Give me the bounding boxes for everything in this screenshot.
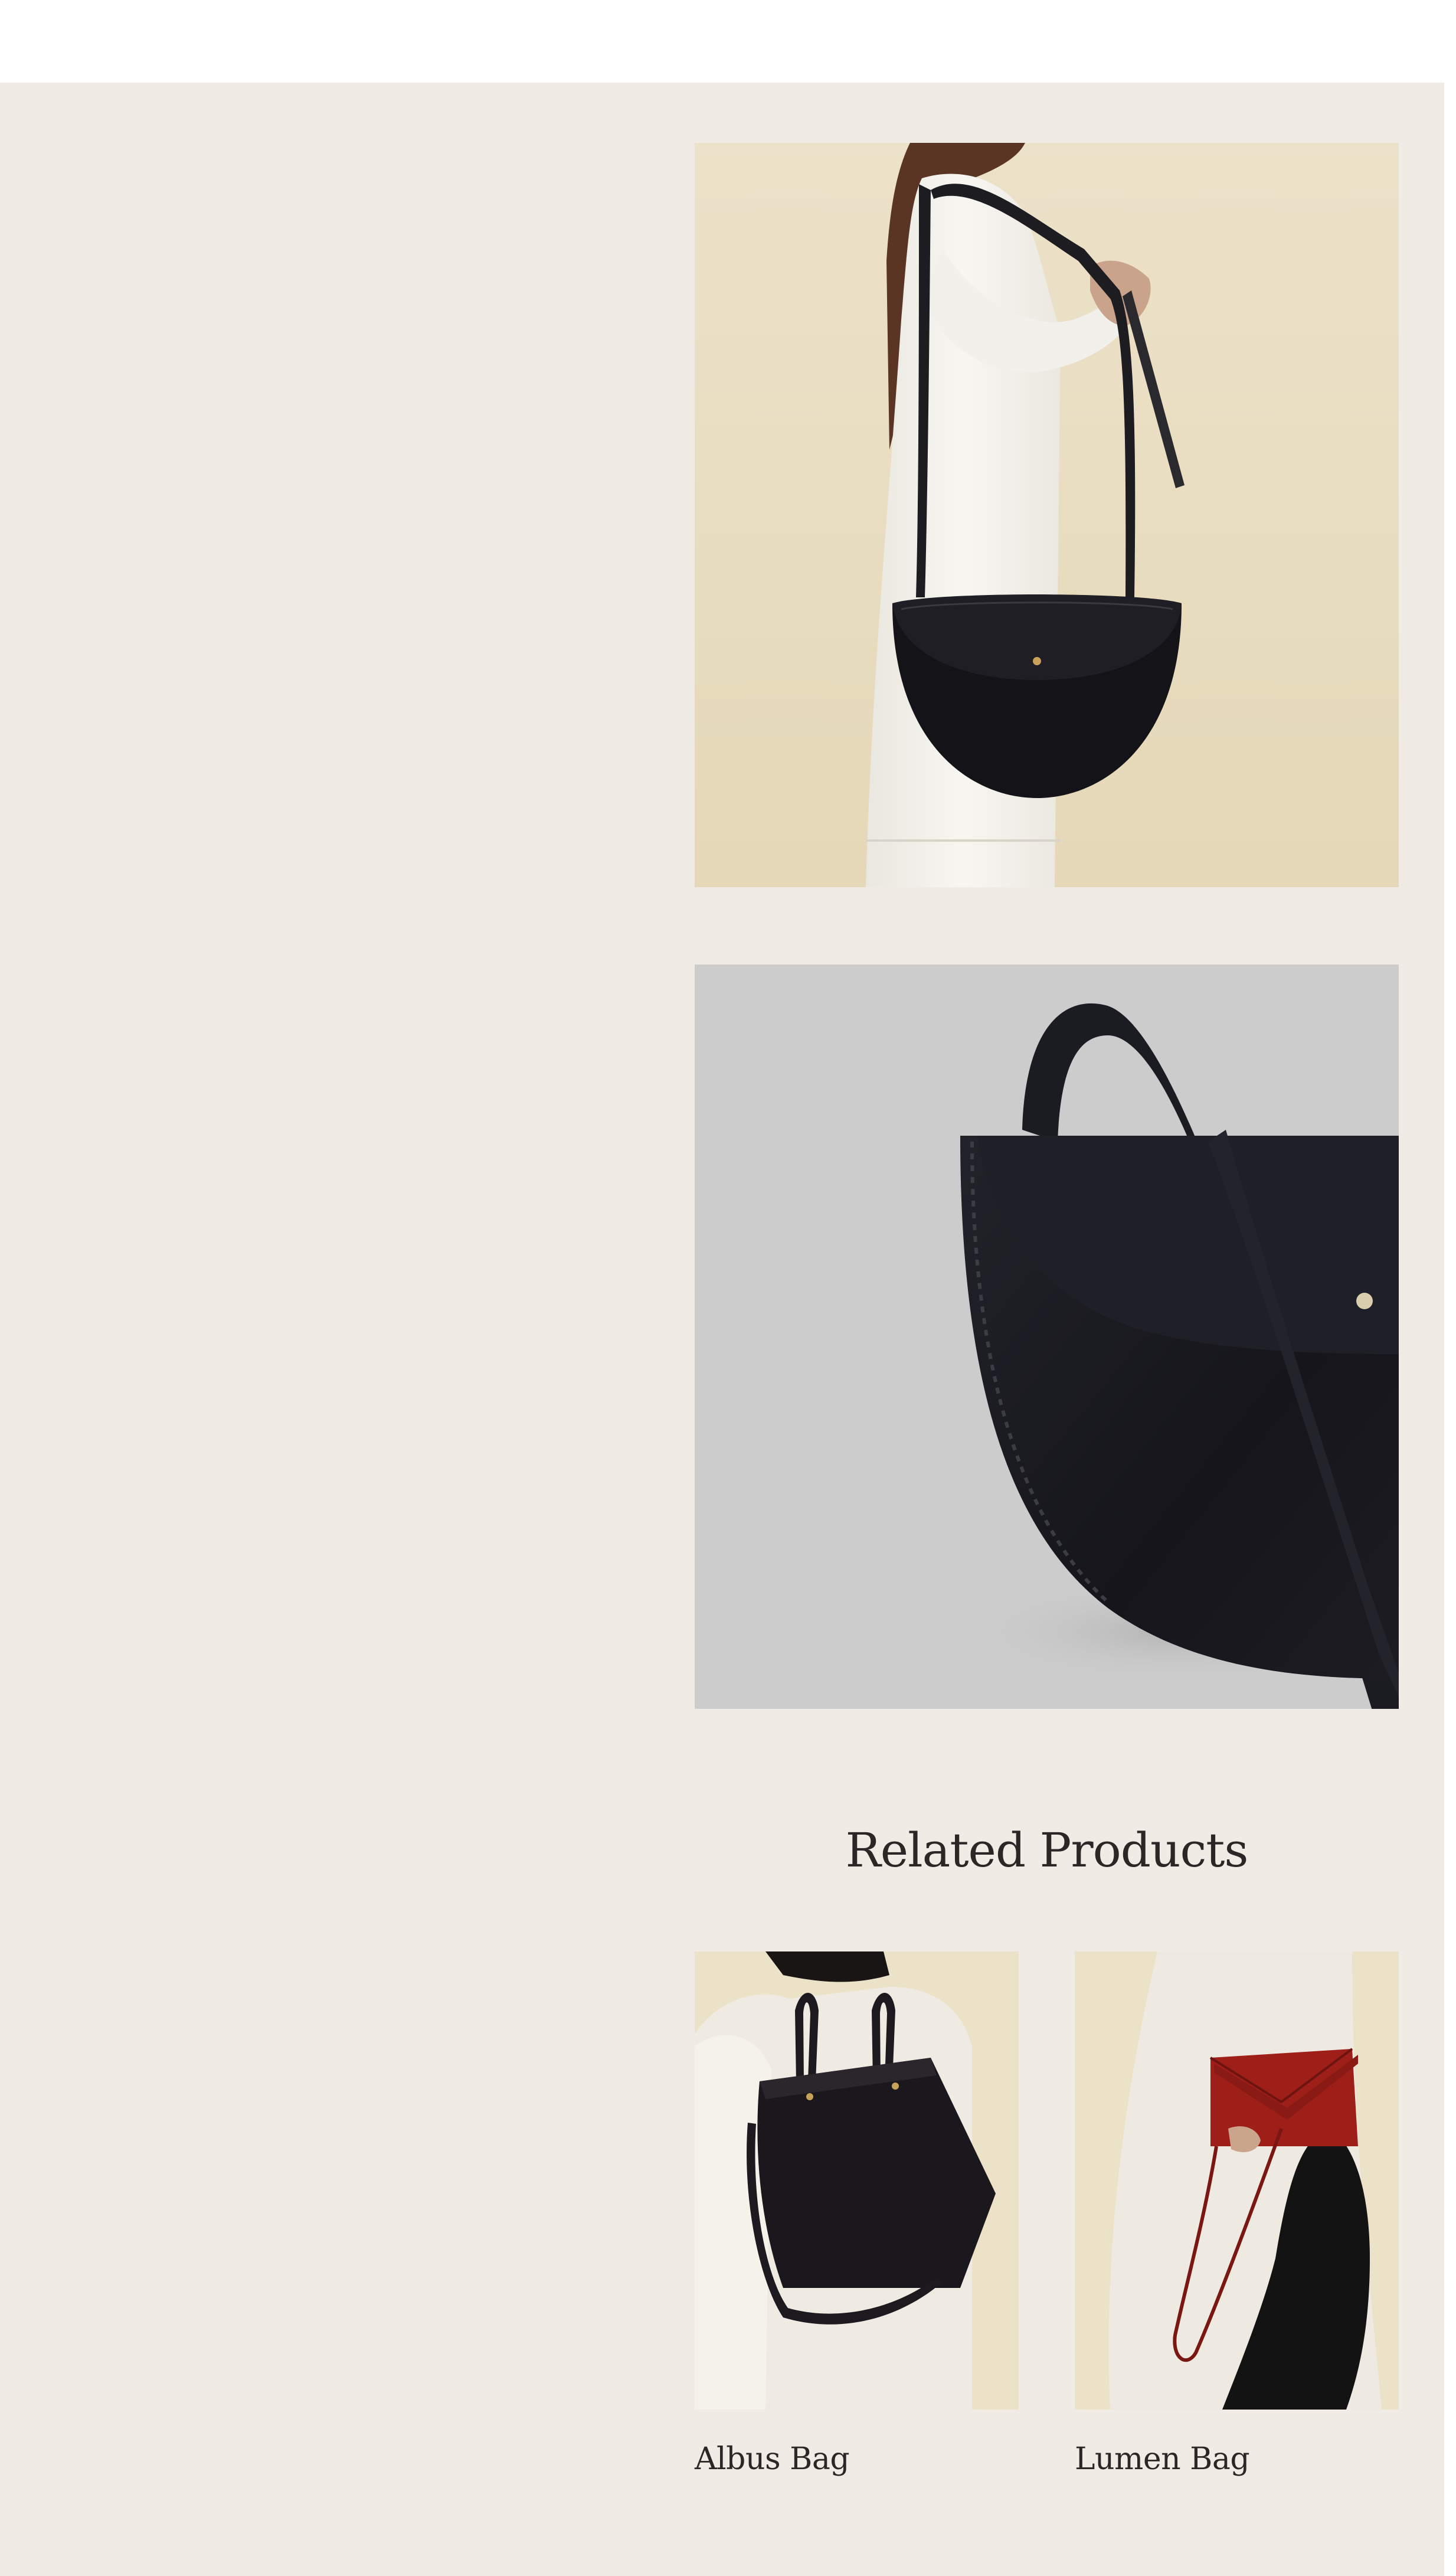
product-photo-model [695, 143, 1399, 887]
black-leather-tote-photo [695, 1951, 1019, 2410]
product-image-main[interactable] [695, 143, 1399, 887]
related-product-name-albus[interactable]: Albus Bag [695, 2441, 850, 2477]
related-product-image-lumen[interactable] [1075, 1951, 1399, 2410]
related-product-name-lumen[interactable]: Lumen Bag [1075, 2441, 1250, 2477]
related-products-heading: Related Products [845, 1823, 1249, 1878]
product-photo-detail [695, 965, 1399, 1709]
related-product-image-albus[interactable] [695, 1951, 1019, 2410]
page-edge [1444, 83, 1456, 2576]
product-image-detail[interactable] [695, 965, 1399, 1709]
top-bar [0, 0, 1456, 83]
red-leather-envelope-bag-photo [1075, 1951, 1399, 2410]
